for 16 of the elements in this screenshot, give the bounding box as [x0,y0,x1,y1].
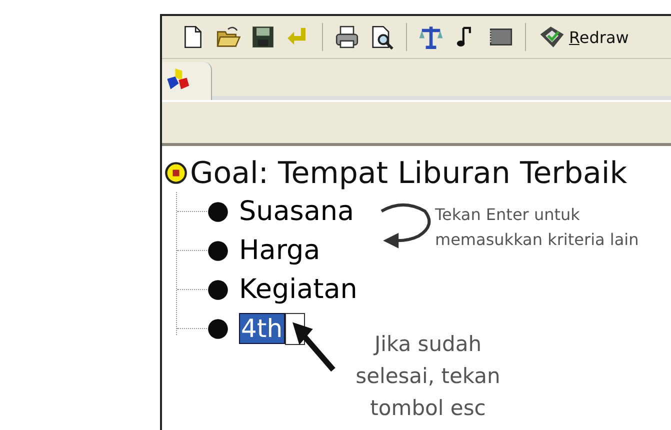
print-icon[interactable] [334,23,360,51]
tab[interactable] [162,62,212,100]
node-bullet-icon [207,278,229,300]
node-bullet-icon [207,200,229,222]
node-bullet-icon [207,240,229,262]
pointer-arrow [290,320,338,372]
node-bullet-icon [207,318,229,340]
annotation-text: Tekan Enter untuk memasukkan kriteria lain [435,204,640,251]
goal-icon [164,161,188,185]
redraw-button[interactable]: Redraw [537,23,629,51]
annotation-text: Jika sudah selesai, tekan tombol esc [354,331,502,422]
goal-node[interactable]: Goal: Tempat Liburan Terbaik [164,156,671,190]
criterion-label[interactable]: Kegiatan [239,274,358,305]
goal-label: Goal: Tempat Liburan Terbaik [190,156,628,190]
criterion-label[interactable]: Harga [239,235,320,266]
criterion-label[interactable]: Suasana [239,196,354,227]
